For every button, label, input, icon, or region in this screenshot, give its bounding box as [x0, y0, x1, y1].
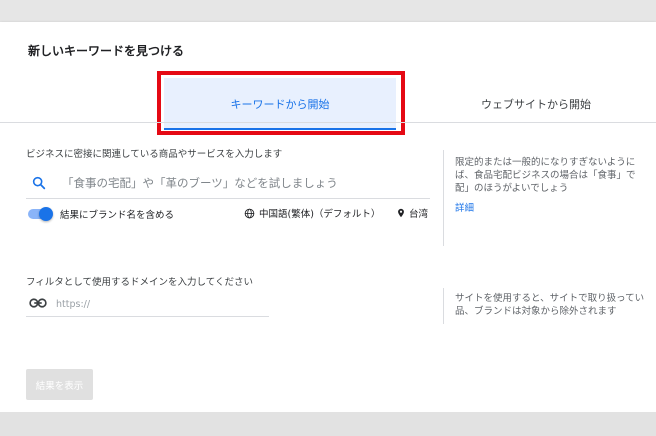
location-label: 台湾: [409, 209, 429, 220]
find-keywords-dialog: 新しいキーワードを見つける キーワードから開始 ウェブサイトから開始 ビジネスに…: [0, 22, 656, 412]
top-bar: [0, 0, 656, 22]
dialog-title: 新しいキーワードを見つける: [28, 44, 185, 58]
language-label: 中国語(繁体)（デフォルト）: [259, 209, 381, 220]
keywords-help-text: 限定的または一般的になりすぎないように ば、食品宅配ビジネスの場合は「食事」で …: [455, 157, 636, 194]
bottom-bar: [0, 412, 656, 436]
domain-section-label: フィルタとして使用するドメインを入力してください: [26, 277, 253, 288]
link-icon: [29, 298, 47, 308]
toggle-knob: [39, 207, 53, 221]
help-divider: [443, 150, 444, 246]
tab-label: キーワードから開始: [230, 98, 330, 111]
help-divider: [443, 288, 444, 324]
keywords-input-underline: [26, 198, 430, 199]
show-results-button[interactable]: 結果を表示: [26, 369, 93, 400]
globe-icon: [244, 208, 255, 218]
include-brand-label: 結果にブランド名を含める: [60, 210, 175, 221]
include-brand-toggle[interactable]: [26, 207, 54, 221]
search-icon: [32, 176, 46, 190]
location-selector[interactable]: 台湾: [396, 206, 428, 220]
active-tab-indicator: [164, 128, 396, 130]
language-selector[interactable]: 中国語(繁体)（デフォルト）: [244, 206, 380, 220]
domain-help-text: サイトを使用すると、サイトで取り扱ってい 品、ブランドは対象から除外されます: [455, 293, 645, 317]
domain-input-underline: [26, 316, 269, 317]
keywords-section-label: ビジネスに密接に関連している商品やサービスを入力します: [26, 149, 283, 160]
tab-label: ウェブサイトから開始: [481, 98, 591, 111]
tab-divider: [0, 122, 656, 123]
location-pin-icon: [398, 208, 404, 218]
domain-input[interactable]: [56, 297, 256, 311]
details-link[interactable]: 詳細: [455, 200, 474, 214]
keywords-input[interactable]: [62, 173, 426, 193]
